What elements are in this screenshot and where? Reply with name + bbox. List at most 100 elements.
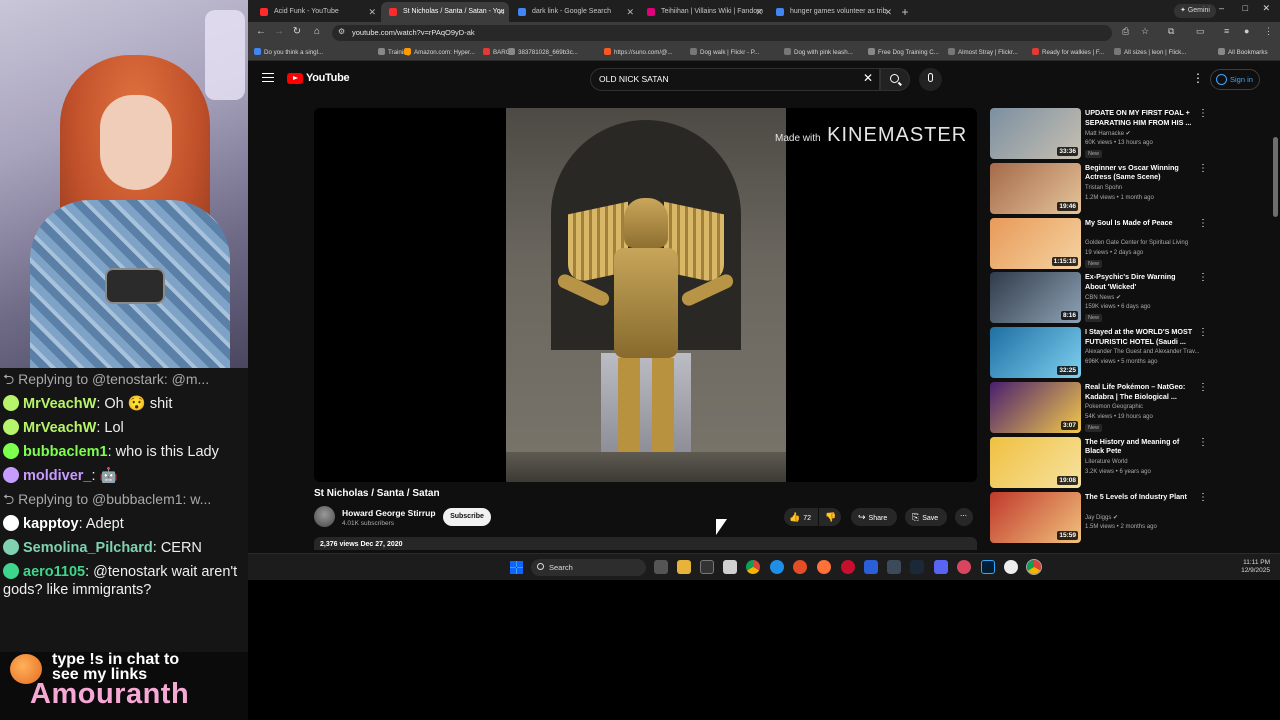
- related-video-channel[interactable]: Jay Diggs ✔: [1085, 514, 1118, 521]
- opera-icon[interactable]: [841, 560, 855, 574]
- bookmark-item[interactable]: All Bookmarks: [1218, 48, 1268, 56]
- bookmark-item[interactable]: Dog with pink leash...: [784, 48, 853, 56]
- bookmark-item[interactable]: Do you think a singl...: [254, 48, 323, 56]
- related-video-title[interactable]: I Stayed at the WORLD'S MOST FUTURISTIC …: [1085, 327, 1195, 346]
- related-video-title[interactable]: My Soul Is Made of Peace: [1085, 218, 1195, 228]
- related-video-channel[interactable]: Golden Gate Center for Spiritual Living: [1085, 240, 1188, 246]
- related-video-channel[interactable]: Matt Harnacke ✔: [1085, 130, 1131, 137]
- brave-icon[interactable]: [793, 560, 807, 574]
- search-input[interactable]: OLD NICK SATAN ✕: [590, 68, 880, 91]
- bookmark-item[interactable]: Amazon.com: Hyper...: [404, 48, 475, 56]
- video-thumbnail[interactable]: 32:25: [990, 327, 1081, 379]
- scrollbar-thumb[interactable]: [1273, 137, 1278, 217]
- calculator-icon[interactable]: [723, 560, 737, 574]
- chat-username[interactable]: moldiver_: [23, 468, 92, 484]
- bookmark-item[interactable]: BARC: [483, 48, 510, 56]
- browser-tab[interactable]: dark link - Google Search ✕: [510, 2, 638, 22]
- browser-tab[interactable]: hunger games volunteer as trib ✕: [768, 2, 896, 22]
- app-q-icon[interactable]: [887, 560, 901, 574]
- address-bar[interactable]: ⚙ youtube.com/watch?v=rPAqO9yD-ak: [332, 25, 1112, 41]
- search-button[interactable]: [880, 68, 910, 91]
- bookmark-item[interactable]: Ready for walkies | F...: [1032, 48, 1104, 56]
- video-options-icon[interactable]: ⋮: [1198, 327, 1208, 338]
- downloads-icon[interactable]: ≡: [1224, 26, 1229, 36]
- related-video-channel[interactable]: CBN News ✔: [1085, 294, 1121, 301]
- windows-start-icon[interactable]: [510, 561, 523, 574]
- like-button[interactable]: 👍 72: [784, 508, 818, 526]
- bookmark-item[interactable]: https://suno.com/@...: [604, 48, 673, 56]
- bookmark-item[interactable]: 383781028_669b3c...: [508, 48, 578, 56]
- close-tab-icon[interactable]: ✕: [497, 2, 505, 22]
- video-thumbnail[interactable]: 19:46: [990, 162, 1081, 214]
- steam-icon[interactable]: [910, 560, 924, 574]
- related-video-title[interactable]: The History and Meaning of Black Pete: [1085, 437, 1195, 456]
- description-box[interactable]: 2,376 views Dec 27, 2020: [314, 537, 977, 550]
- chat-username[interactable]: aero1105: [23, 564, 85, 580]
- related-video-item[interactable]: 19:08 The History and Meaning of Black Pe…: [990, 436, 1275, 489]
- firefox-icon[interactable]: [817, 560, 831, 574]
- extensions-icon[interactable]: ⧉: [1168, 26, 1174, 37]
- related-video-item[interactable]: 19:46 Beginner vs Oscar Winning Actress (…: [990, 162, 1275, 215]
- related-video-title[interactable]: Ex-Psychic's Dire Warning About 'Wicked': [1085, 272, 1195, 291]
- video-thumbnail[interactable]: 1:15:18: [990, 217, 1081, 269]
- bookmark-item[interactable]: Dog walk | Flickr - P...: [690, 48, 759, 56]
- related-video-item[interactable]: 8:16 Ex-Psychic's Dire Warning About 'Wic…: [990, 272, 1275, 324]
- share-button[interactable]: ↪ Share: [851, 508, 897, 526]
- related-video-item[interactable]: 32:25 I Stayed at the WORLD'S MOST FUTURI…: [990, 327, 1275, 379]
- dislike-button[interactable]: 👎: [819, 508, 841, 526]
- new-tab-button[interactable]: +: [897, 2, 913, 22]
- browser-menu-icon[interactable]: ⋮: [1264, 26, 1273, 37]
- file-explorer-icon[interactable]: [677, 560, 691, 574]
- related-video-channel[interactable]: Alexander The Guest and Alexander Trav..…: [1085, 349, 1200, 355]
- related-video-title[interactable]: Beginner vs Oscar Winning Actress (Same …: [1085, 163, 1195, 182]
- video-thumbnail[interactable]: 8:16: [990, 272, 1081, 324]
- sidebar-icon[interactable]: ▭: [1196, 26, 1205, 37]
- gemini-button[interactable]: ✦ Gemini: [1174, 4, 1216, 18]
- close-tab-icon[interactable]: ✕: [626, 2, 634, 22]
- photoshop-icon[interactable]: [981, 560, 995, 574]
- chat-username[interactable]: MrVeachW: [23, 420, 96, 436]
- video-options-icon[interactable]: ⋮: [1198, 272, 1208, 283]
- more-actions-button[interactable]: ⋯: [955, 508, 973, 526]
- chat-username[interactable]: Semolina_Pilchard: [23, 540, 153, 556]
- page-scrollbar[interactable]: [1273, 127, 1278, 550]
- close-tab-icon[interactable]: ✕: [368, 2, 376, 22]
- browser-tab[interactable]: Acid Funk - YouTube ✕: [252, 2, 380, 22]
- related-video-channel[interactable]: Pokemon Geographic: [1085, 404, 1143, 410]
- video-options-icon[interactable]: ⋮: [1198, 382, 1208, 393]
- browser-tab[interactable]: St Nicholas / Santa / Satan - You ✕: [381, 2, 509, 22]
- video-options-icon[interactable]: ⋮: [1198, 437, 1208, 448]
- youtube-logo-icon[interactable]: [287, 73, 303, 84]
- related-video-title[interactable]: The 5 Levels of Industry Plant: [1085, 492, 1195, 502]
- app-r-icon[interactable]: [864, 560, 878, 574]
- related-video-channel[interactable]: Literature World: [1085, 459, 1128, 465]
- video-thumbnail[interactable]: 3:07: [990, 382, 1081, 433]
- video-thumbnail[interactable]: 19:08: [990, 436, 1081, 488]
- bookmark-item[interactable]: All sizes | leon | Flick...: [1114, 48, 1186, 56]
- video-options-icon[interactable]: ⋮: [1198, 492, 1208, 503]
- site-info-icon[interactable]: ⚙: [338, 27, 345, 36]
- forward-icon[interactable]: →: [272, 26, 286, 37]
- reload-icon[interactable]: ↻: [290, 26, 304, 37]
- settings-more-icon[interactable]: ⋮: [1192, 71, 1204, 85]
- related-video-channel[interactable]: Tristan Spohn: [1085, 185, 1122, 191]
- task-view-icon[interactable]: [654, 560, 668, 574]
- video-options-icon[interactable]: ⋮: [1198, 218, 1208, 229]
- save-button[interactable]: ⎘ Save: [905, 508, 947, 526]
- video-thumbnail[interactable]: 15:59: [990, 491, 1081, 543]
- subscribe-button[interactable]: Subscribe: [443, 508, 491, 526]
- related-video-item[interactable]: 33:36 UPDATE ON MY FIRST FOAL + SEPARATIN…: [990, 108, 1275, 160]
- close-window-button[interactable]: ✕: [1262, 3, 1270, 14]
- channel-name[interactable]: Howard George Stirrup: [342, 508, 436, 518]
- channel-avatar[interactable]: [314, 506, 335, 527]
- chat-username[interactable]: MrVeachW: [23, 396, 96, 412]
- close-tab-icon[interactable]: ✕: [884, 2, 892, 22]
- related-video-item[interactable]: 1:15:18 My Soul Is Made of Peace Golden Ga…: [990, 217, 1275, 270]
- youtube-wordmark[interactable]: YouTube: [306, 72, 350, 84]
- voice-search-button[interactable]: [919, 68, 942, 91]
- home-icon[interactable]: ⌂: [310, 26, 324, 37]
- related-video-item[interactable]: 3:07 Real Life Pokémon – NatGeo: Kadabra …: [990, 382, 1275, 434]
- terminal-icon[interactable]: [700, 560, 714, 574]
- related-video-title[interactable]: Real Life Pokémon – NatGeo: Kadabra | Th…: [1085, 382, 1195, 401]
- bookmark-item[interactable]: Free Dog Training C...: [868, 48, 939, 56]
